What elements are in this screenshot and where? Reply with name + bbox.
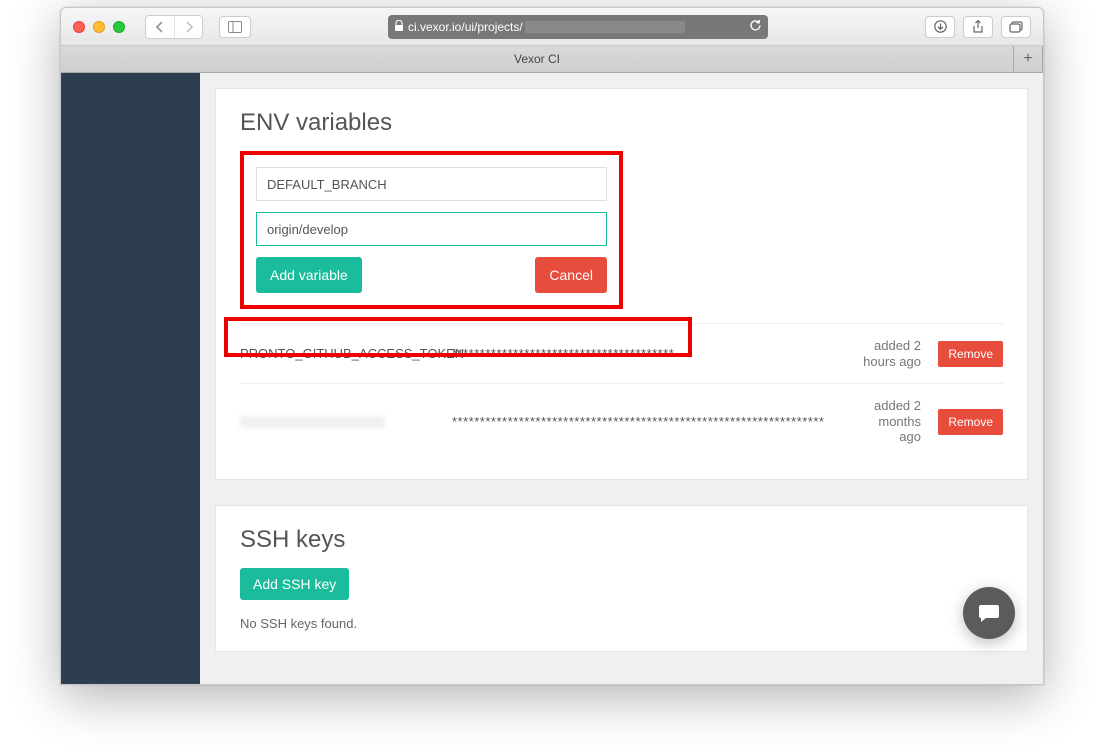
maximize-window-icon[interactable] [113, 21, 125, 33]
minimize-window-icon[interactable] [93, 21, 105, 33]
variable-value-masked: ****************************************… [452, 414, 849, 429]
forward-button[interactable] [174, 16, 202, 38]
browser-tab[interactable]: Vexor CI [61, 46, 1014, 72]
support-chat-button[interactable] [963, 587, 1015, 639]
back-button[interactable] [146, 16, 174, 38]
panel-icon [228, 21, 242, 33]
ssh-section-title: SSH keys [240, 526, 1003, 554]
tab-title: Vexor CI [514, 52, 560, 66]
variable-name-blurred [240, 416, 440, 428]
remove-variable-button[interactable]: Remove [938, 409, 1003, 435]
address-bar[interactable]: ci.vexor.io/ui/projects/ [388, 15, 768, 39]
downloads-button[interactable] [925, 16, 955, 38]
chat-icon [977, 601, 1001, 625]
variable-added-time: added 2 months ago [861, 398, 921, 445]
app-sidebar [61, 73, 200, 684]
close-window-icon[interactable] [73, 21, 85, 33]
env-section-title: ENV variables [240, 109, 1003, 137]
share-button[interactable] [963, 16, 993, 38]
tab-bar: Vexor CI + [61, 46, 1043, 73]
sidebar-toggle-button[interactable] [219, 16, 251, 38]
variable-row: ****************************************… [240, 383, 1003, 459]
new-tab-button[interactable]: + [1014, 46, 1043, 72]
variable-value-input[interactable] [256, 212, 607, 246]
ssh-empty-text: No SSH keys found. [240, 616, 1003, 631]
add-ssh-key-button[interactable]: Add SSH key [240, 568, 349, 600]
variable-name-input[interactable] [256, 167, 607, 201]
share-icon [972, 20, 984, 33]
add-variable-button[interactable]: Add variable [256, 257, 362, 293]
chevron-left-icon [155, 21, 165, 33]
variable-added-time: added 2 hours ago [861, 338, 921, 369]
variable-value-masked: **************************************** [452, 346, 849, 361]
reload-icon [749, 19, 762, 32]
window-titlebar: ci.vexor.io/ui/projects/ [61, 8, 1043, 46]
remove-variable-button[interactable]: Remove [938, 341, 1003, 367]
highlight-add-form: Add variable Cancel [240, 151, 623, 309]
lock-icon [394, 20, 404, 34]
url-text: ci.vexor.io/ui/projects/ [408, 20, 523, 34]
chevron-right-icon [184, 21, 194, 33]
variable-row: PRONTO_GITHUB_ACCESS_TOKEN *************… [240, 323, 1003, 383]
tabs-button[interactable] [1001, 16, 1031, 38]
download-icon [934, 20, 947, 33]
tabs-icon [1009, 21, 1023, 33]
reload-button[interactable] [749, 19, 762, 35]
url-remainder-blurred [525, 21, 685, 33]
variable-name: PRONTO_GITHUB_ACCESS_TOKEN [240, 346, 440, 361]
cancel-button[interactable]: Cancel [535, 257, 607, 293]
